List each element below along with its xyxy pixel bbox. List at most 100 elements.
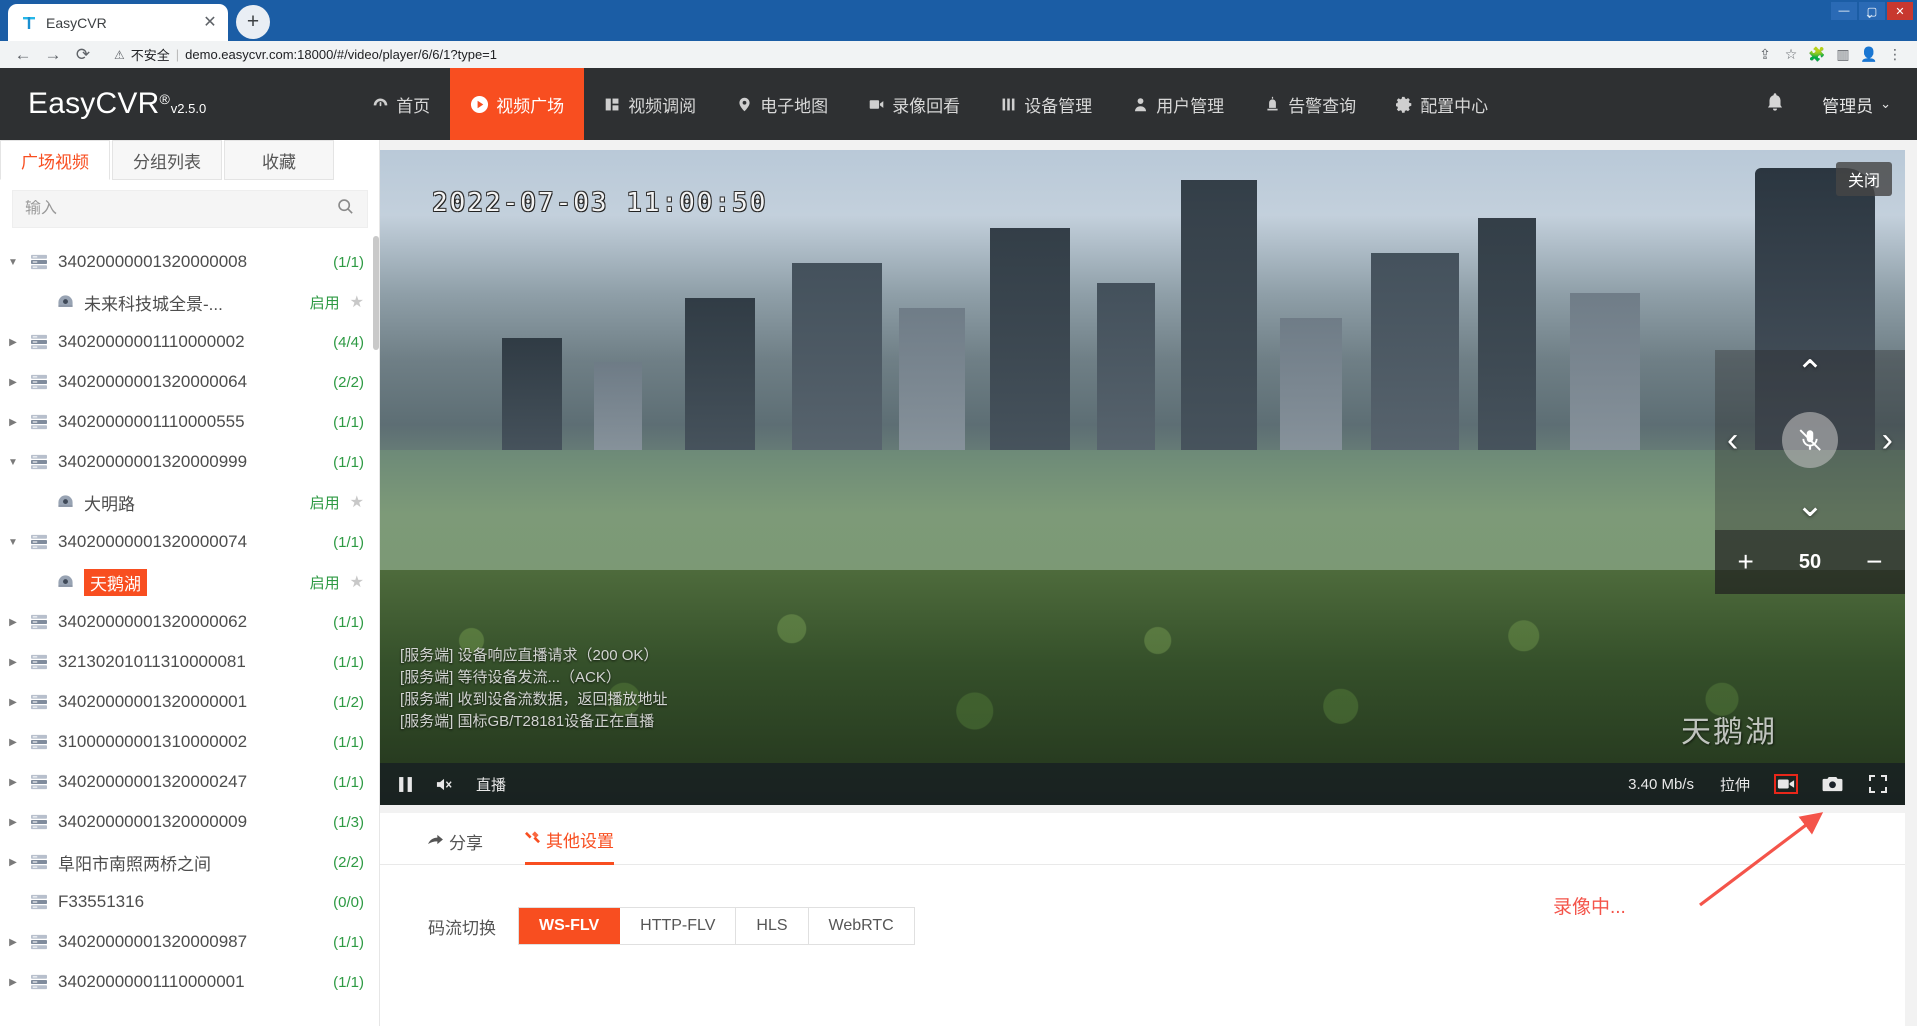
tree-item-right: (1/1) xyxy=(333,774,364,791)
microphone-muted-icon[interactable] xyxy=(1782,412,1838,468)
logo-registered-mark: ® xyxy=(159,91,170,107)
tree-device-row[interactable]: ▶ 34020000001320000247 (1/1) xyxy=(0,762,380,802)
caret-down-icon[interactable]: ▼ xyxy=(0,537,26,548)
caret-right-icon[interactable]: ▶ xyxy=(0,617,26,628)
stream-option-http-flv[interactable]: HTTP-FLV xyxy=(620,908,737,944)
nav-item-home[interactable]: 首页 xyxy=(352,68,450,140)
caret-right-icon[interactable]: ▶ xyxy=(0,857,26,868)
record-camera-icon[interactable] xyxy=(1774,774,1798,794)
browser-tab[interactable]: EasyCVR ✕ xyxy=(8,4,228,41)
nav-item-user-mgmt[interactable]: 用户管理 xyxy=(1112,68,1244,140)
annotation-label: 录像中... xyxy=(1553,897,1626,918)
stream-option-hls[interactable]: HLS xyxy=(736,908,809,944)
notification-bell-icon[interactable] xyxy=(1764,91,1786,118)
device-bars-icon xyxy=(26,974,52,990)
main-navigation: 首页 视频广场 视频调阅 电子地图 录像回看 设备管理 用户管理 告警查询 配置… xyxy=(352,68,1508,140)
stretch-button[interactable]: 拉伸 xyxy=(1720,774,1750,795)
back-arrow-icon[interactable]: ← xyxy=(10,44,36,66)
nav-item-playback[interactable]: 录像回看 xyxy=(848,68,980,140)
reload-icon[interactable]: ⟳ xyxy=(70,44,96,66)
extensions-puzzle-icon[interactable]: 🧩 xyxy=(1805,44,1829,66)
minimize-button[interactable]: — xyxy=(1831,2,1857,20)
caret-right-icon[interactable]: ▶ xyxy=(0,417,26,428)
stream-option-webrtc[interactable]: WebRTC xyxy=(808,908,914,944)
nav-item-alarm-query[interactable]: 告警查询 xyxy=(1244,68,1376,140)
caret-right-icon[interactable]: ▶ xyxy=(0,937,26,948)
video-player[interactable]: 2022-07-03 11:00:50 天鹅湖 关闭 [服务端] 设备响应直播请… xyxy=(380,150,1905,805)
sidebar-tab-group-list[interactable]: 分组列表 xyxy=(112,140,222,180)
tree-channel-row[interactable]: 未来科技城全景-... 启用 ★ xyxy=(0,282,380,322)
tree-device-row[interactable]: F33551316 (0/0) xyxy=(0,882,380,922)
tree-channel-row[interactable]: 天鹅湖 启用 ★ xyxy=(0,562,380,602)
tree-device-row[interactable]: ▶ 34020000001110000001 (1/1) xyxy=(0,962,380,1002)
nav-item-video-plaza[interactable]: 视频广场 xyxy=(450,68,585,140)
speaker-muted-icon[interactable] xyxy=(435,776,454,793)
ptz-right-button[interactable]: › xyxy=(1882,423,1893,457)
not-secure-label: 不安全 xyxy=(130,48,170,63)
ptz-zoom-in-button[interactable]: + xyxy=(1738,546,1754,578)
close-player-button[interactable]: 关闭 xyxy=(1835,162,1892,196)
caret-right-icon[interactable]: ▶ xyxy=(0,777,26,788)
caret-right-icon[interactable]: ▶ xyxy=(0,657,26,668)
tree-device-row[interactable]: ▶ 34020000001110000555 (1/1) xyxy=(0,402,380,442)
tree-device-row[interactable]: ▶ 阜阳市南照两桥之间 (2/2) xyxy=(0,842,380,882)
tabstrip-chevron-down-icon[interactable]: ⌄ xyxy=(1864,6,1875,22)
tree-device-row[interactable]: ▶ 34020000001320000062 (1/1) xyxy=(0,602,380,642)
omnibox[interactable]: ⚠ 不安全 | demo.easycvr.com:18000/#/video/p… xyxy=(106,44,1743,65)
stream-option-ws-flv[interactable]: WS-FLV xyxy=(519,908,621,944)
search-input[interactable] xyxy=(25,200,316,218)
ptz-up-button[interactable]: ⌃ xyxy=(1796,356,1825,390)
caret-right-icon[interactable]: ▶ xyxy=(0,977,26,988)
nav-item-device-mgmt[interactable]: 设备管理 xyxy=(980,68,1112,140)
caret-right-icon[interactable]: ▶ xyxy=(0,337,26,348)
nav-item-emap[interactable]: 电子地图 xyxy=(716,68,848,140)
search-box[interactable] xyxy=(12,190,368,228)
sidebar-tab-favorites[interactable]: 收藏 xyxy=(224,140,334,180)
ptz-left-button[interactable]: ‹ xyxy=(1727,423,1738,457)
tree-device-row[interactable]: ▶ 34020000001110000002 (4/4) xyxy=(0,322,380,362)
tree-device-row[interactable]: ▶ 34020000001320000987 (1/1) xyxy=(0,922,380,962)
star-icon[interactable]: ★ xyxy=(350,492,364,512)
tree-device-row[interactable]: ▶ 34020000001320000001 (1/2) xyxy=(0,682,380,722)
star-icon[interactable]: ★ xyxy=(350,572,364,592)
sidepanel-icon[interactable]: ▥ xyxy=(1831,44,1855,66)
tree-device-row[interactable]: ▼ 34020000001320000074 (1/1) xyxy=(0,522,380,562)
caret-right-icon[interactable]: ▶ xyxy=(0,737,26,748)
tree-device-row[interactable]: ▶ 31000000001310000002 (1/1) xyxy=(0,722,380,762)
profile-avatar-icon[interactable]: 👤 xyxy=(1857,44,1881,66)
tree-channel-row[interactable]: 大明路 启用 ★ xyxy=(0,482,380,522)
caret-right-icon[interactable]: ▶ xyxy=(0,697,26,708)
tab-share[interactable]: 分享 xyxy=(428,829,483,864)
tab-close-icon[interactable]: ✕ xyxy=(200,14,220,31)
tree-device-row[interactable]: ▼ 34020000001320000008 (1/1) xyxy=(0,242,380,282)
pause-icon[interactable] xyxy=(398,776,413,793)
ptz-down-button[interactable]: ⌄ xyxy=(1796,488,1825,522)
caret-down-icon[interactable]: ▼ xyxy=(0,257,26,268)
tree-device-row[interactable]: ▶ 32130201011310000081 (1/1) xyxy=(0,642,380,682)
caret-down-icon[interactable]: ▼ xyxy=(0,457,26,468)
nav-item-video-review[interactable]: 视频调阅 xyxy=(584,68,716,140)
logo-version: v2.5.0 xyxy=(170,101,207,116)
fullscreen-icon[interactable] xyxy=(1869,775,1887,793)
nav-label: 首页 xyxy=(396,96,431,116)
nav-item-config-center[interactable]: 配置中心 xyxy=(1376,68,1508,140)
tree-device-row[interactable]: ▶ 34020000001320000009 (1/3) xyxy=(0,802,380,842)
new-tab-button[interactable]: + xyxy=(236,5,270,39)
caret-right-icon[interactable]: ▶ xyxy=(0,817,26,828)
tab-other-settings[interactable]: 其他设置 xyxy=(525,827,614,865)
tree-device-row[interactable]: ▶ 34020000001320000064 (2/2) xyxy=(0,362,380,402)
share-icon[interactable]: ⇪ xyxy=(1753,44,1777,66)
tree-device-row[interactable]: ▼ 34020000001320000999 (1/1) xyxy=(0,442,380,482)
forward-arrow-icon[interactable]: → xyxy=(40,44,66,66)
snapshot-camera-icon[interactable] xyxy=(1822,776,1843,793)
search-icon[interactable] xyxy=(336,197,355,221)
star-icon[interactable]: ★ xyxy=(350,292,364,312)
sidebar-tab-plaza-video[interactable]: 广场视频 xyxy=(0,140,110,180)
caret-right-icon[interactable]: ▶ xyxy=(0,377,26,388)
bookmark-star-icon[interactable]: ☆ xyxy=(1779,44,1803,66)
ptz-zoom-out-button[interactable]: − xyxy=(1866,546,1882,578)
close-window-button[interactable]: ✕ xyxy=(1887,2,1913,20)
alarm-light-icon xyxy=(1264,96,1281,113)
user-menu[interactable]: 管理员 ⌄ xyxy=(1822,92,1891,117)
chrome-menu-icon[interactable]: ⋮ xyxy=(1883,44,1907,66)
